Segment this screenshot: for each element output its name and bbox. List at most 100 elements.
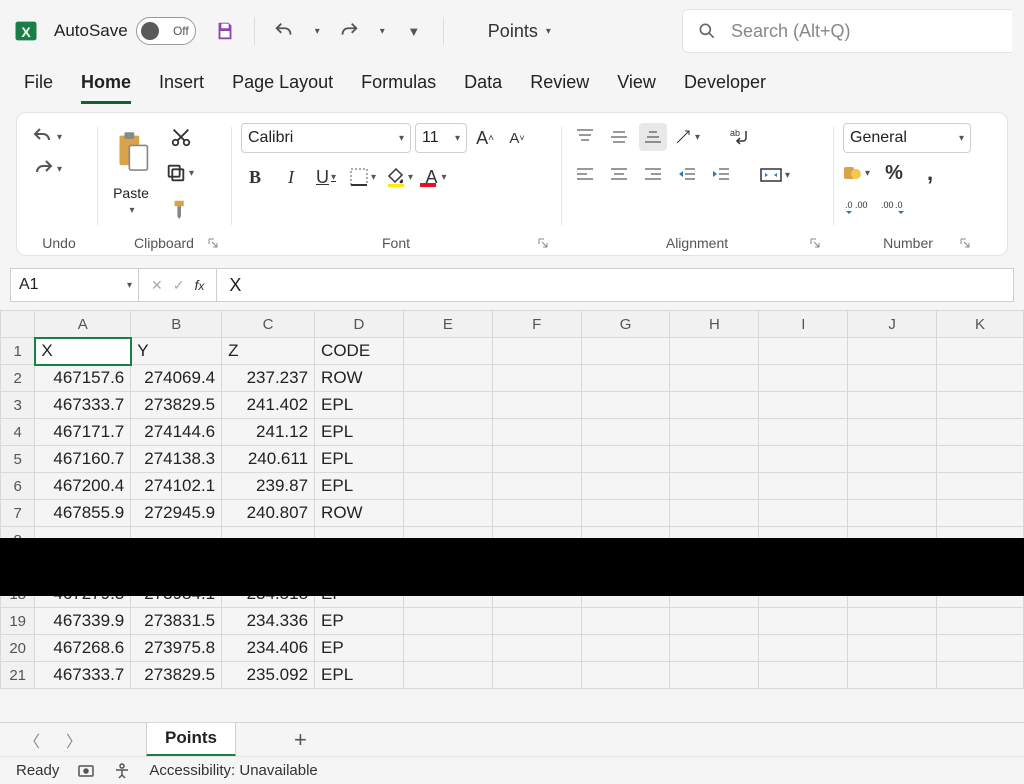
row-header[interactable]: 6 <box>1 473 35 500</box>
cell[interactable]: 467200.4 <box>35 473 131 500</box>
cell[interactable] <box>403 635 492 662</box>
col-header[interactable]: A <box>35 311 131 338</box>
cell[interactable]: 274144.6 <box>131 419 222 446</box>
cell[interactable] <box>581 419 670 446</box>
font-size-select[interactable]: 11▾ <box>415 123 467 153</box>
bold-button[interactable]: B <box>241 163 269 191</box>
cell[interactable] <box>759 662 848 689</box>
col-header[interactable]: D <box>315 311 404 338</box>
cell[interactable] <box>759 608 848 635</box>
increase-decimal-button[interactable]: .0.00 <box>843 193 871 221</box>
cell[interactable]: 241.12 <box>222 419 315 446</box>
cell[interactable] <box>670 662 759 689</box>
cell[interactable] <box>403 338 492 365</box>
cell[interactable] <box>937 473 1024 500</box>
cell[interactable] <box>581 608 670 635</box>
cell[interactable] <box>403 662 492 689</box>
cell[interactable] <box>759 446 848 473</box>
search-input[interactable] <box>731 21 998 42</box>
cell[interactable] <box>581 392 670 419</box>
cell[interactable] <box>848 365 937 392</box>
cell[interactable]: 240.807 <box>222 500 315 527</box>
cell[interactable] <box>403 419 492 446</box>
tab-file[interactable]: File <box>24 68 53 104</box>
formula-input[interactable]: X <box>217 269 1013 301</box>
cell[interactable]: 467339.9 <box>35 608 131 635</box>
cell[interactable] <box>670 365 759 392</box>
cell[interactable] <box>581 662 670 689</box>
macro-record-icon[interactable] <box>77 762 95 780</box>
cell[interactable] <box>581 500 670 527</box>
cell[interactable]: 467855.9 <box>35 500 131 527</box>
fx-button[interactable]: fx <box>194 277 204 293</box>
cell[interactable]: X <box>35 338 131 365</box>
format-painter-button[interactable] <box>165 195 196 223</box>
cell[interactable] <box>492 662 581 689</box>
row-header[interactable]: 19 <box>1 608 35 635</box>
table-row[interactable]: 1XYZCODE <box>1 338 1024 365</box>
tab-home[interactable]: Home <box>81 68 131 104</box>
cell[interactable] <box>670 392 759 419</box>
percent-button[interactable]: % <box>880 159 908 187</box>
row-header[interactable]: 1 <box>1 338 35 365</box>
row-header[interactable]: 7 <box>1 500 35 527</box>
number-dialog-launcher[interactable] <box>959 237 973 251</box>
cell[interactable] <box>759 392 848 419</box>
sheet-nav-prev[interactable]: 〈 <box>18 728 46 752</box>
cell[interactable] <box>403 500 492 527</box>
cell[interactable]: EPL <box>315 473 404 500</box>
cancel-formula-button[interactable]: ✕ <box>151 277 163 294</box>
tab-insert[interactable]: Insert <box>159 68 204 104</box>
merge-center-button[interactable]: ▾ <box>759 161 792 189</box>
cell[interactable] <box>937 365 1024 392</box>
cell[interactable]: 234.336 <box>222 608 315 635</box>
row-header[interactable]: 21 <box>1 662 35 689</box>
worksheet[interactable]: A B C D E F G H I J K 1XYZCODE2467157.62… <box>0 310 1024 689</box>
cell[interactable] <box>937 635 1024 662</box>
cell[interactable] <box>937 338 1024 365</box>
accounting-format-button[interactable]: ▾ <box>843 159 872 187</box>
sheet-tab-points[interactable]: Points <box>146 723 236 757</box>
document-name[interactable]: Points ▾ <box>488 21 551 42</box>
cell[interactable]: 272945.9 <box>131 500 222 527</box>
row-header[interactable]: 2 <box>1 365 35 392</box>
cell[interactable] <box>759 635 848 662</box>
table-row[interactable]: 5467160.7274138.3240.611EPL <box>1 446 1024 473</box>
col-header[interactable]: H <box>670 311 759 338</box>
autosave-control[interactable]: AutoSave Off <box>54 17 196 45</box>
row-header[interactable]: 20 <box>1 635 35 662</box>
table-row[interactable]: 6467200.4274102.1239.87EPL <box>1 473 1024 500</box>
underline-button[interactable]: U▾ <box>313 163 341 191</box>
cell[interactable] <box>759 365 848 392</box>
cell[interactable] <box>492 635 581 662</box>
cell[interactable] <box>848 419 937 446</box>
cell[interactable] <box>759 500 848 527</box>
cell[interactable] <box>848 662 937 689</box>
cell[interactable] <box>848 608 937 635</box>
align-middle-button[interactable] <box>605 123 633 151</box>
font-color-button[interactable]: A▾ <box>423 163 451 191</box>
cell[interactable]: 273975.8 <box>131 635 222 662</box>
col-header[interactable]: K <box>937 311 1024 338</box>
wrap-text-button[interactable]: ab <box>726 123 754 151</box>
cell[interactable]: EPL <box>315 446 404 473</box>
cell[interactable] <box>848 500 937 527</box>
paste-button[interactable] <box>107 123 155 181</box>
cell[interactable] <box>759 473 848 500</box>
cell[interactable] <box>403 392 492 419</box>
cell[interactable]: 467160.7 <box>35 446 131 473</box>
cell[interactable]: 274138.3 <box>131 446 222 473</box>
decrease-font-button[interactable]: A˅ <box>503 124 531 152</box>
table-row[interactable]: 7467855.9272945.9240.807ROW <box>1 500 1024 527</box>
cell[interactable] <box>670 446 759 473</box>
cell[interactable]: EP <box>315 608 404 635</box>
cell[interactable] <box>492 338 581 365</box>
cell[interactable]: 467333.7 <box>35 662 131 689</box>
table-row[interactable]: 4467171.7274144.6241.12EPL <box>1 419 1024 446</box>
alignment-dialog-launcher[interactable] <box>809 237 823 251</box>
cell[interactable] <box>581 446 670 473</box>
cell[interactable] <box>937 500 1024 527</box>
cell[interactable]: 273831.5 <box>131 608 222 635</box>
cell[interactable] <box>937 419 1024 446</box>
col-header[interactable]: I <box>759 311 848 338</box>
